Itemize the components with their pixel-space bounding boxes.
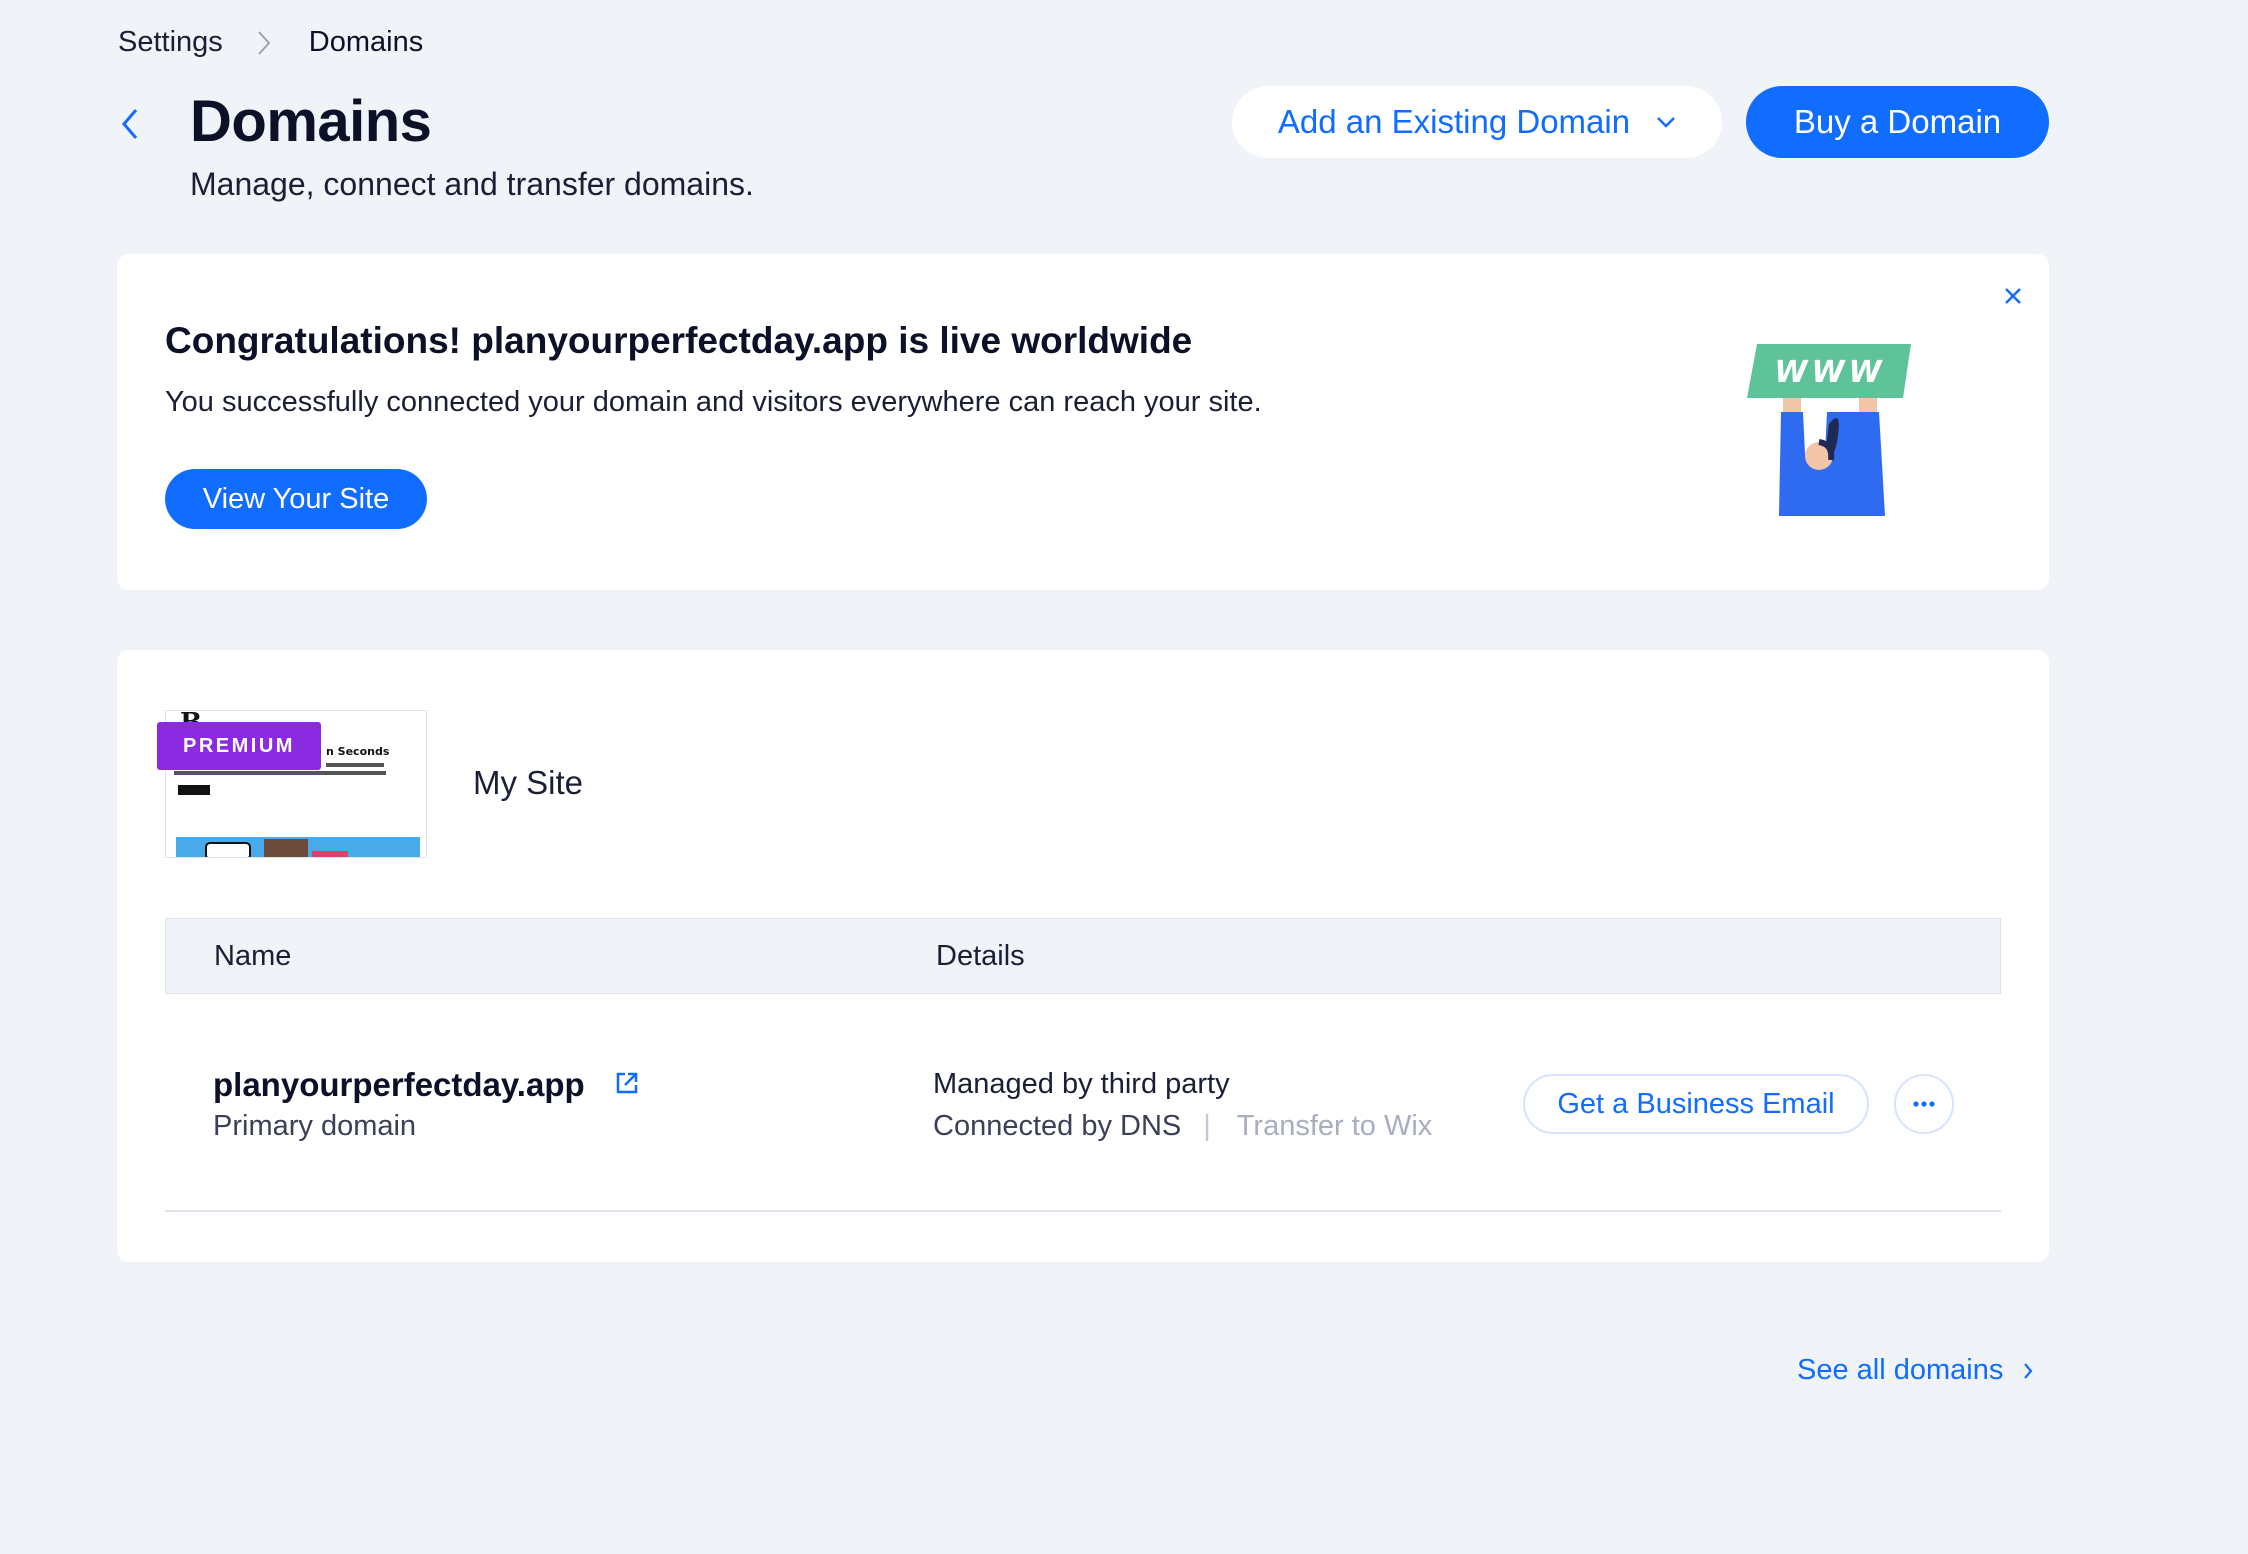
table-row: planyourperfectday.app Primary domain Ma… (165, 994, 2001, 1212)
chevron-right-icon (2024, 1362, 2033, 1379)
get-business-email-button[interactable]: Get a Business Email (1523, 1074, 1869, 1134)
breadcrumb-domains: Domains (308, 26, 424, 58)
premium-badge: PREMIUM (157, 722, 321, 770)
banner-text: You successfully connected your domain a… (165, 386, 1262, 418)
back-button[interactable] (112, 104, 148, 144)
chevron-down-icon (1657, 117, 1675, 128)
www-sign-text: WWW (1774, 355, 1885, 390)
divider: | (1203, 1110, 1211, 1142)
page-title: Domains (190, 89, 432, 154)
add-existing-domain-button[interactable]: Add an Existing Domain (1232, 86, 1722, 158)
transfer-to-wix-link[interactable]: Transfer to Wix (1237, 1110, 1433, 1143)
site-name: My Site (473, 764, 584, 801)
domain-type: Primary domain (213, 1110, 417, 1142)
buy-domain-button[interactable]: Buy a Domain (1746, 86, 2049, 158)
external-link-icon[interactable] (614, 1070, 642, 1098)
view-site-button[interactable]: View Your Site (165, 469, 427, 529)
close-banner-button[interactable] (1997, 280, 2029, 312)
domain-name: planyourperfectday.app (213, 1066, 585, 1103)
site-domains-card: B n Seconds PREMIUM My Site Name Details… (117, 650, 2049, 1262)
connection-status: Connected by DNS (933, 1110, 1182, 1142)
www-illustration: WWW (1747, 344, 1911, 516)
banner-title: Congratulations! planyourperfectday.app … (165, 320, 1193, 361)
column-header-details: Details (936, 939, 1025, 972)
table-header: Name Details (165, 918, 2001, 994)
back-arrow-icon (122, 109, 138, 139)
see-all-domains-link[interactable]: See all domains (1797, 1354, 2033, 1387)
managed-status: Managed by third party (933, 1068, 1230, 1100)
see-all-domains-label: See all domains (1797, 1354, 2004, 1386)
column-header-name: Name (214, 939, 292, 972)
breadcrumb: Settings Domains (118, 26, 423, 59)
page-subtitle: Manage, connect and transfer domains. (190, 166, 754, 202)
thumbnail-heading: n Seconds (326, 745, 390, 758)
more-dots-icon (1913, 1101, 1935, 1107)
close-icon (2005, 288, 2021, 304)
more-actions-button[interactable] (1894, 1074, 1954, 1134)
breadcrumb-settings[interactable]: Settings (118, 26, 223, 59)
add-existing-domain-label: Add an Existing Domain (1277, 103, 1631, 140)
success-banner: Congratulations! planyourperfectday.app … (117, 254, 2049, 590)
connection-details: Connected by DNS | Transfer to Wix (933, 1110, 1432, 1143)
chevron-right-icon (257, 30, 271, 56)
